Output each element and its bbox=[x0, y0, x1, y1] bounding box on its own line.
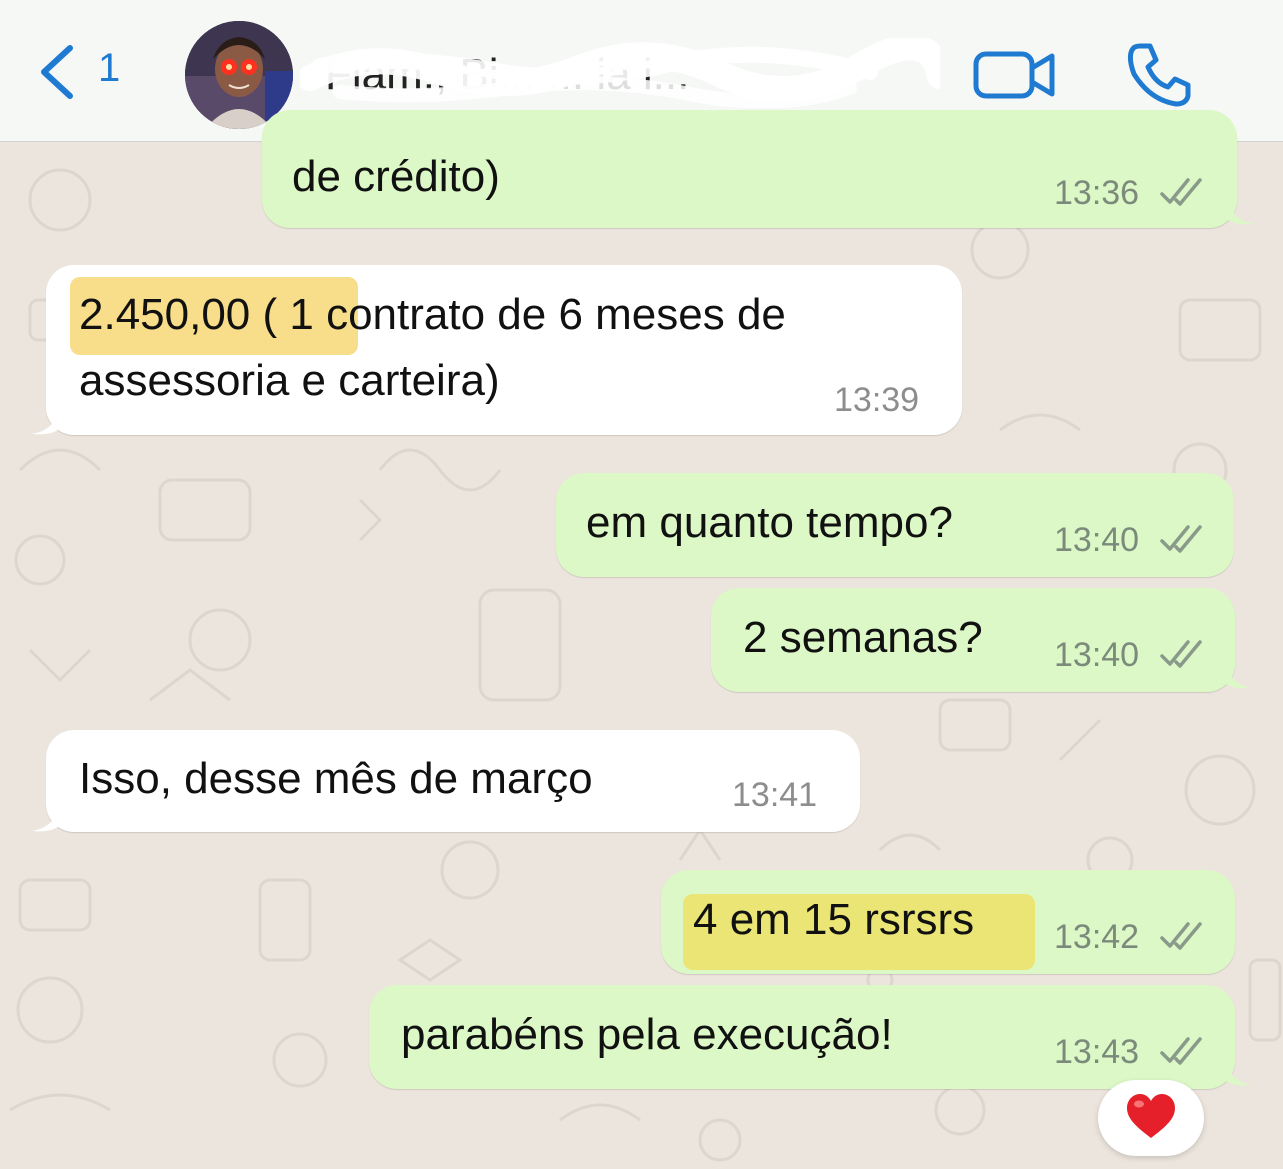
message-bubble-incoming[interactable]: 2.450,00 ( 1 contrato de 6 meses de asse… bbox=[46, 265, 962, 435]
red-heart-icon bbox=[1127, 1094, 1175, 1138]
message-bubble-incoming[interactable]: Isso, desse mês de março 13:41 bbox=[46, 730, 860, 832]
voice-call-button[interactable] bbox=[1124, 40, 1194, 110]
message-text: assessoria e carteira) bbox=[79, 356, 500, 405]
message-time: 13:42 bbox=[1054, 918, 1140, 956]
chat-screen: 1 Fiam., Bi... ... ia l... de crédito) 1… bbox=[0, 0, 1283, 1169]
bubble-tail bbox=[1224, 660, 1252, 689]
bubble-tail bbox=[32, 803, 60, 832]
phone-icon bbox=[1127, 43, 1191, 107]
message-time: 13:36 bbox=[1054, 174, 1140, 212]
bubble-tail bbox=[32, 406, 60, 435]
message-time: 13:43 bbox=[1054, 1033, 1140, 1071]
message-text: 2 semanas? bbox=[743, 613, 983, 662]
message-bubble-outgoing[interactable]: parabéns pela execução! 13:43 bbox=[369, 985, 1235, 1089]
contact-name[interactable]: Fiam., Bi... ... ia l... bbox=[325, 45, 935, 105]
message-text: de crédito) bbox=[292, 152, 500, 201]
message-text: parabéns pela execução! bbox=[401, 1010, 893, 1059]
video-call-button[interactable] bbox=[972, 44, 1056, 104]
message-bubble-outgoing[interactable]: 4 em 15 rsrsrs 13:42 bbox=[661, 870, 1235, 974]
bubble-tail bbox=[1226, 196, 1254, 225]
double-check-icon bbox=[1160, 922, 1202, 950]
double-check-icon bbox=[1160, 1037, 1202, 1065]
unread-count: 1 bbox=[98, 46, 121, 90]
message-time: 13:40 bbox=[1054, 636, 1140, 674]
bubble-tail bbox=[1224, 1057, 1252, 1086]
message-text: em quanto tempo? bbox=[586, 498, 953, 547]
double-check-icon bbox=[1160, 178, 1202, 206]
message-time: 13:41 bbox=[732, 776, 818, 814]
message-text: 4 em 15 rsrsrs bbox=[693, 895, 975, 944]
message-time: 13:40 bbox=[1054, 521, 1140, 559]
message-text: Isso, desse mês de março bbox=[79, 754, 593, 803]
message-time: 13:39 bbox=[834, 381, 920, 419]
message-bubble-outgoing[interactable]: em quanto tempo? 13:40 bbox=[556, 473, 1234, 577]
chevron-left-icon bbox=[41, 45, 73, 99]
double-check-icon bbox=[1160, 640, 1202, 668]
back-button[interactable]: 1 bbox=[36, 42, 136, 102]
video-camera-icon bbox=[973, 51, 1055, 99]
message-text: 2.450,00 ( 1 contrato de 6 meses de bbox=[79, 290, 786, 339]
reaction-badge[interactable] bbox=[1098, 1080, 1204, 1156]
message-bubble-outgoing[interactable]: de crédito) 13:36 bbox=[262, 110, 1237, 228]
double-check-icon bbox=[1160, 525, 1202, 553]
message-bubble-outgoing[interactable]: 2 semanas? 13:40 bbox=[711, 588, 1235, 692]
